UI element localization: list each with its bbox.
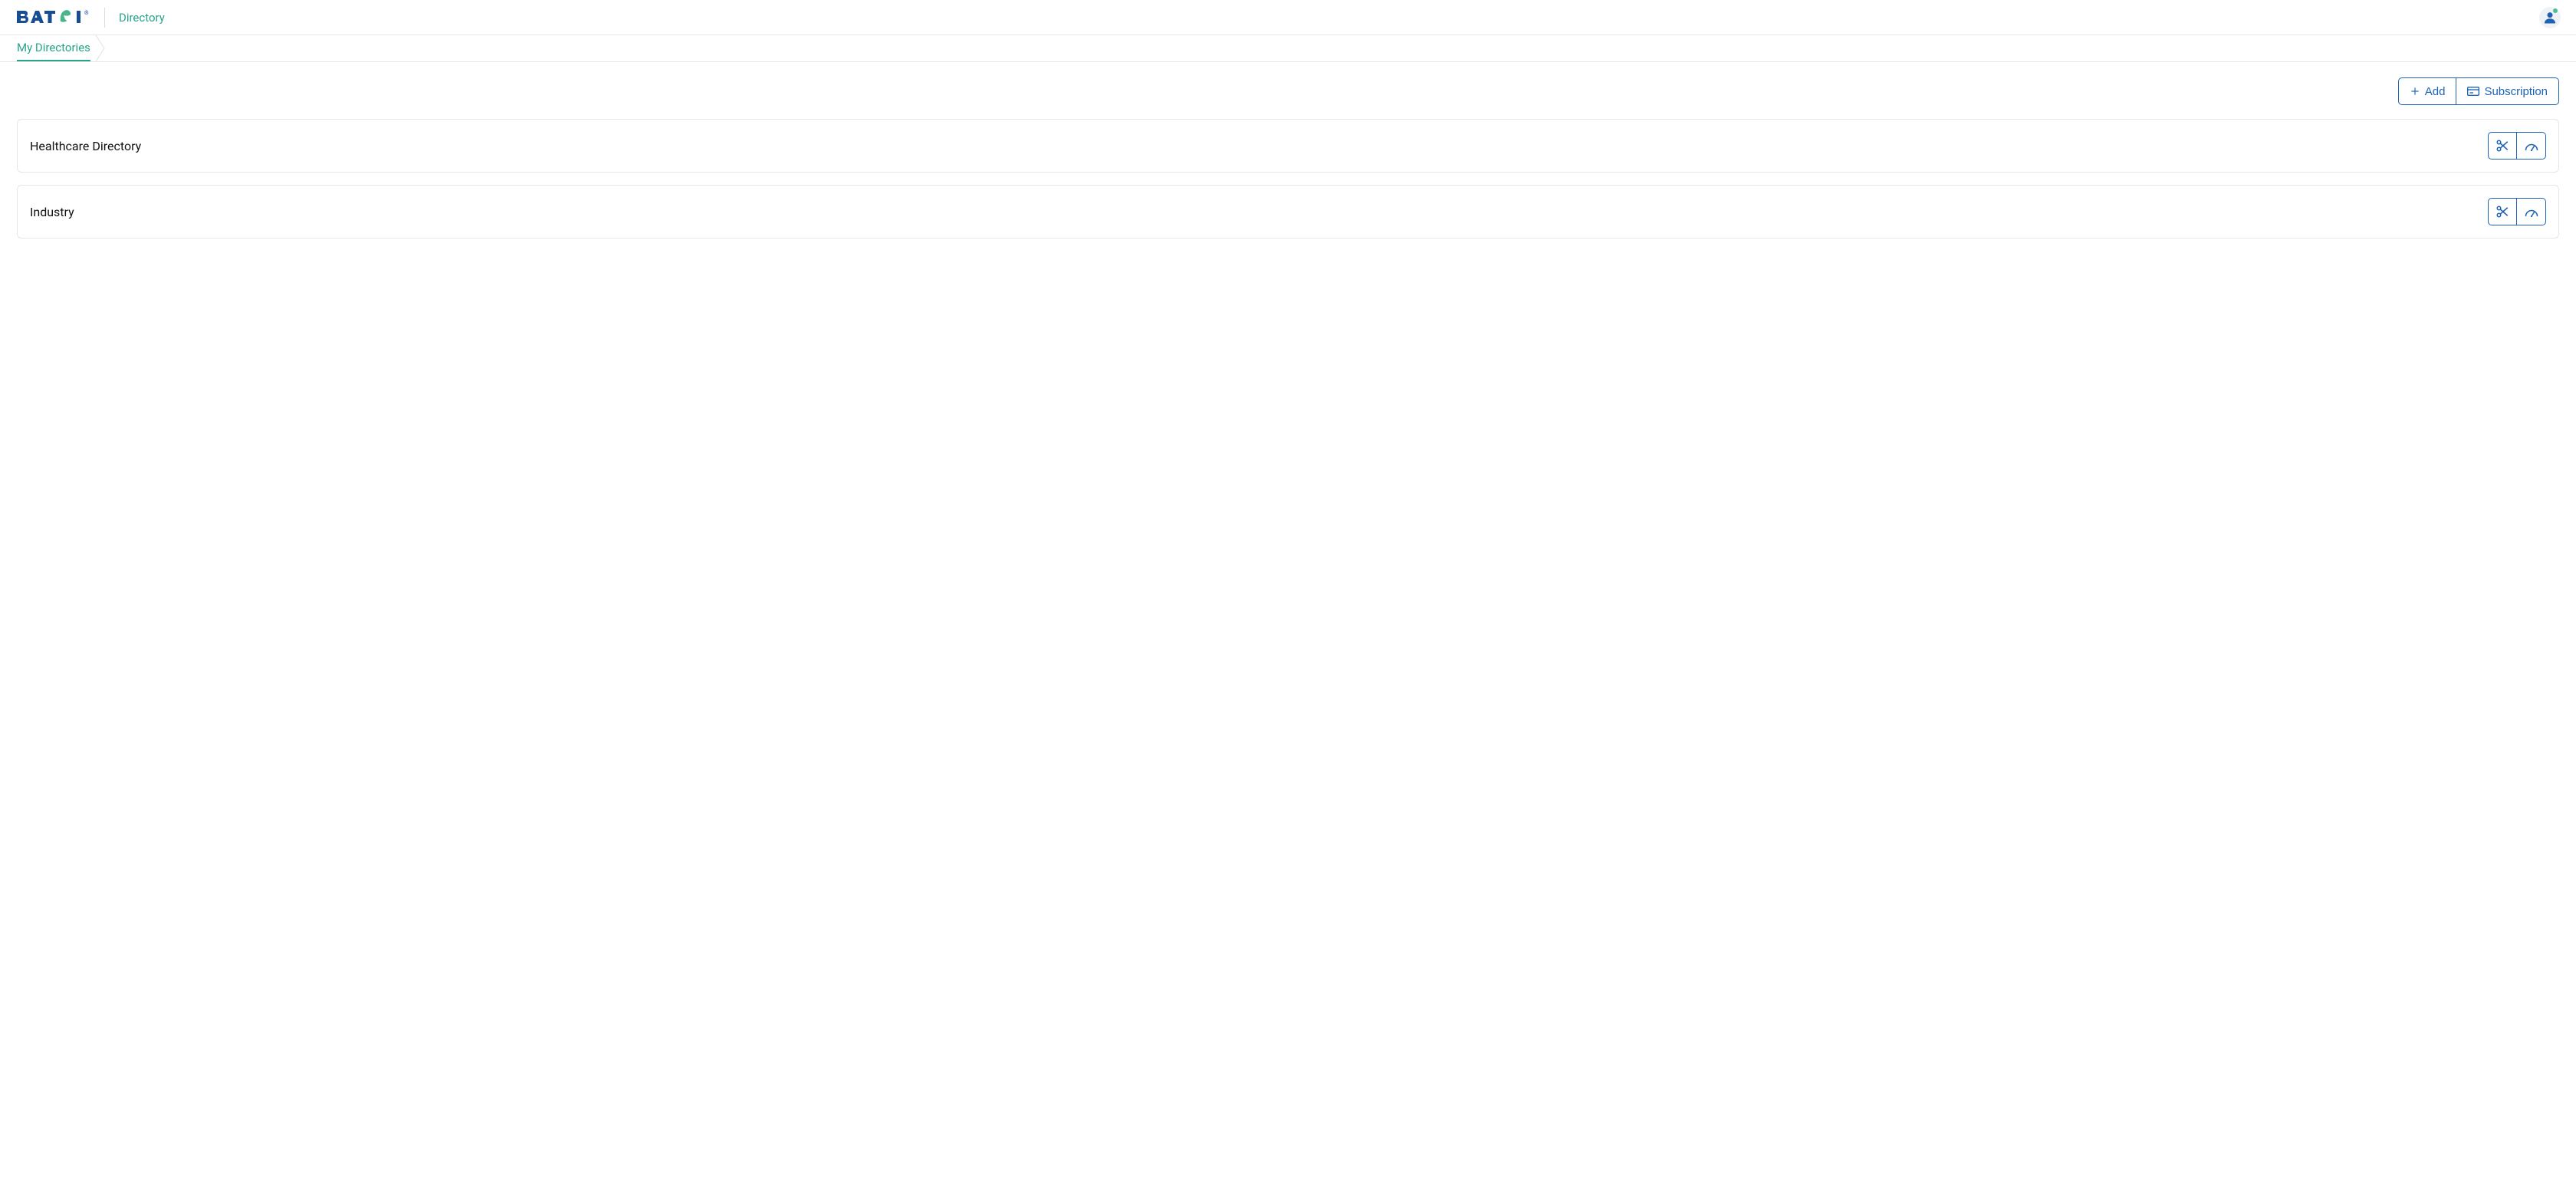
brand-logo-mark: ®: [17, 9, 90, 26]
breadcrumb: My Directories: [0, 35, 2576, 62]
card-icon: [2467, 86, 2479, 97]
scissors-icon: [2496, 205, 2509, 219]
page-actions: Add Subscription: [17, 77, 2559, 105]
scissors-icon: [2496, 139, 2509, 153]
main-content: Add Subscription Healthcare Directory: [0, 62, 2576, 266]
breadcrumb-chevron-icon: [95, 35, 106, 61]
add-button-label: Add: [2425, 85, 2446, 98]
dashboard-button[interactable]: [2517, 132, 2546, 160]
directory-card: Healthcare Directory: [17, 119, 2559, 173]
gauge-icon: [2525, 140, 2538, 152]
directory-card: Industry: [17, 185, 2559, 239]
gauge-icon: [2525, 206, 2538, 218]
subscription-button-label: Subscription: [2484, 85, 2548, 98]
breadcrumb-item-label: My Directories: [17, 41, 90, 54]
dashboard-button[interactable]: [2517, 198, 2546, 225]
directory-actions: [2488, 132, 2546, 160]
directory-name: Healthcare Directory: [30, 139, 2488, 153]
breadcrumb-item-my-directories[interactable]: My Directories: [17, 35, 90, 61]
header-divider: [104, 8, 105, 28]
svg-text:®: ®: [84, 10, 90, 16]
settings-button[interactable]: [2488, 132, 2517, 160]
user-avatar[interactable]: [2539, 7, 2561, 28]
directory-actions: [2488, 198, 2546, 225]
directory-name: Industry: [30, 205, 2488, 219]
top-header: ® Directory: [0, 0, 2576, 35]
brand-logo[interactable]: ®: [17, 9, 90, 26]
page-actions-group: Add Subscription: [2398, 77, 2559, 105]
app-name-link[interactable]: Directory: [119, 11, 165, 25]
settings-button[interactable]: [2488, 198, 2517, 225]
plus-icon: [2410, 86, 2420, 97]
online-status-dot: [2553, 8, 2558, 13]
subscription-button[interactable]: Subscription: [2456, 77, 2559, 105]
add-button[interactable]: Add: [2398, 77, 2457, 105]
